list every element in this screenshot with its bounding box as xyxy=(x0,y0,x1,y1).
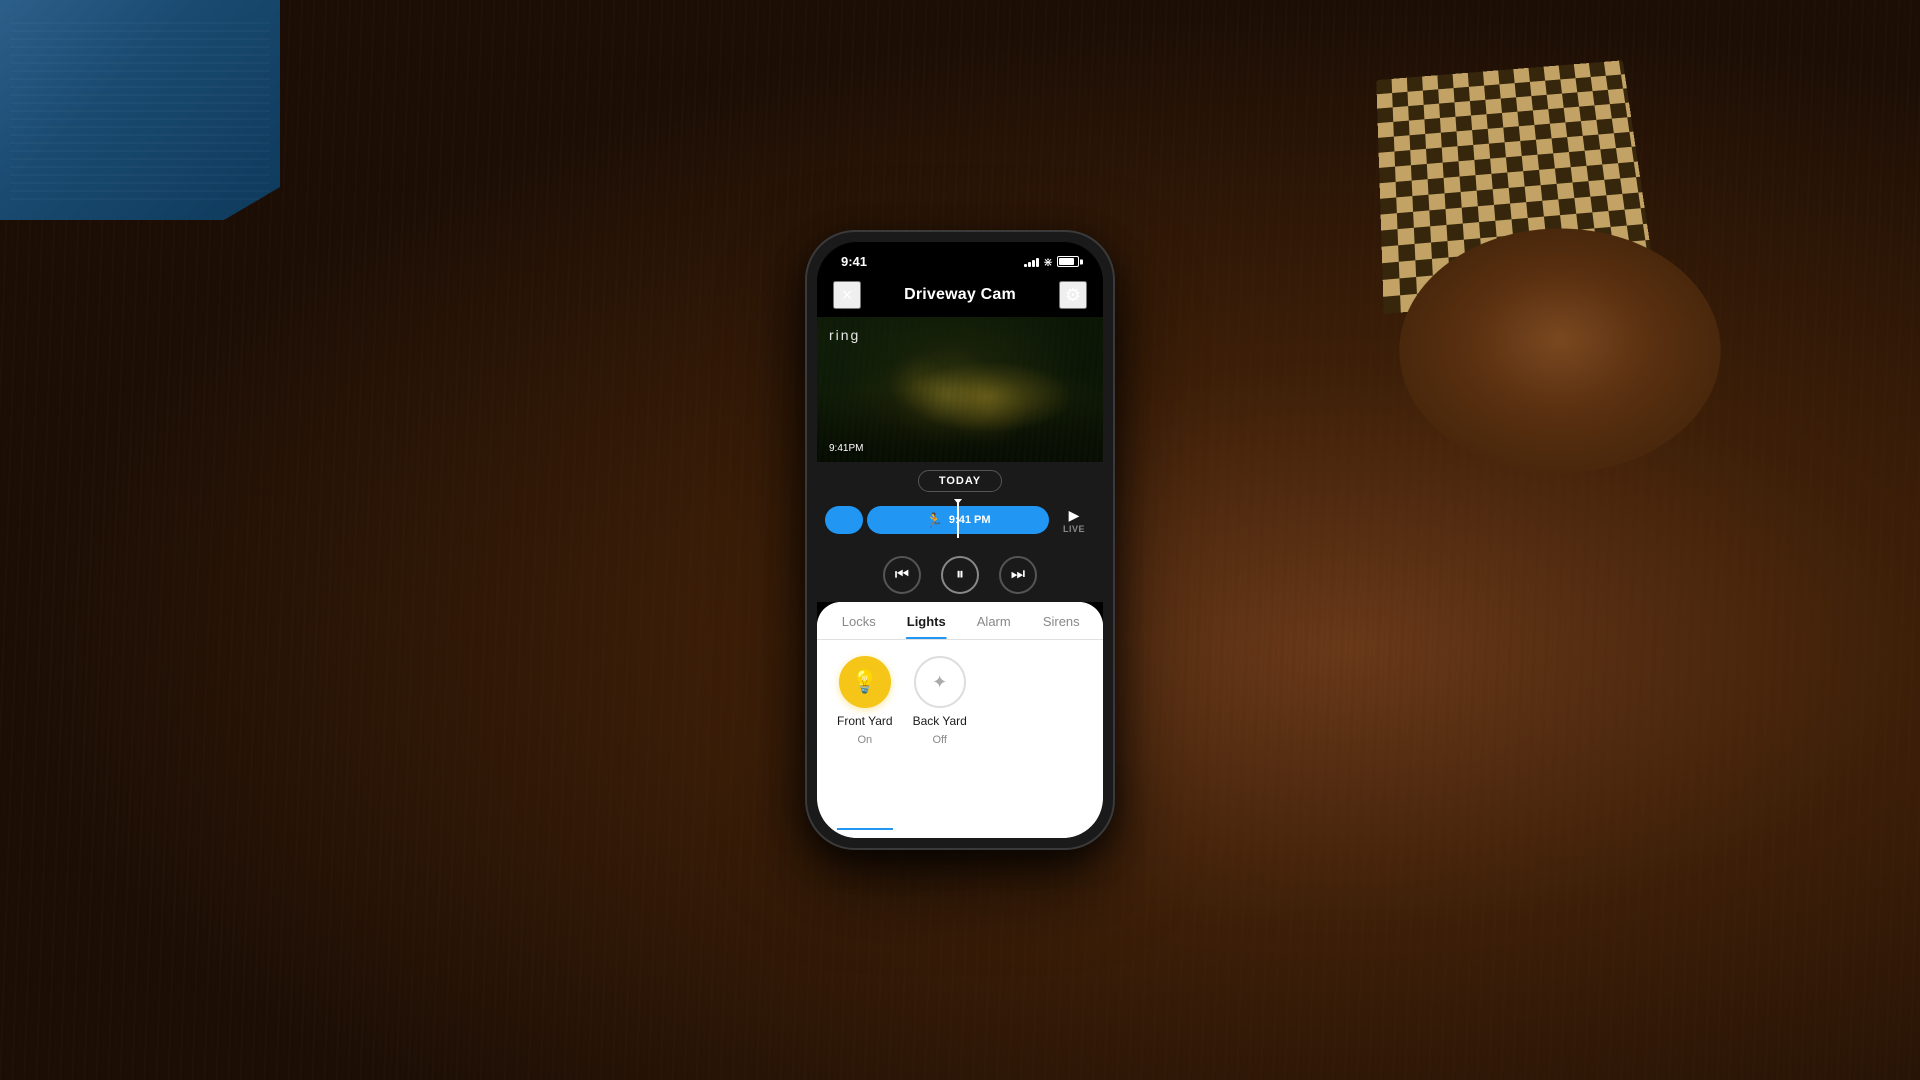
timeline-bar[interactable]: 🏃 9:41 PM ▶ LIVE xyxy=(817,500,1103,540)
dynamic-island xyxy=(915,244,1005,270)
close-button[interactable]: × xyxy=(833,281,861,309)
back-yard-light-status: Off xyxy=(932,734,946,746)
ring-logo: ring xyxy=(829,327,860,343)
timeline-time-label: 9:41 PM xyxy=(949,514,991,526)
phone-container: 9:41 ⋇ × Driveway Cam xyxy=(805,230,1115,850)
playback-controls: ⏮ ⏸ ⏭ xyxy=(817,544,1103,602)
light-item-front-yard[interactable]: 💡 Front Yard On xyxy=(837,656,893,822)
signal-bar-1 xyxy=(1024,264,1027,267)
light-off-icon: ✦ xyxy=(932,672,947,693)
signal-bar-2 xyxy=(1028,262,1031,267)
tab-sirens[interactable]: Sirens xyxy=(1028,602,1096,639)
bottom-panel: Locks Lights Alarm Sirens 💡 Front Yard O… xyxy=(817,602,1103,838)
signal-bar-4 xyxy=(1036,258,1039,267)
tab-lights[interactable]: Lights xyxy=(893,602,961,639)
signal-bars-icon xyxy=(1024,257,1039,267)
phone-frame: 9:41 ⋇ × Driveway Cam xyxy=(805,230,1115,850)
timeline-section: TODAY 🏃 9:41 PM ▶ LIVE xyxy=(817,462,1103,544)
camera-feed: ring 9:41PM xyxy=(817,317,1103,462)
battery-icon xyxy=(1057,256,1079,267)
tab-alarm[interactable]: Alarm xyxy=(960,602,1028,639)
pause-icon: ⏸ xyxy=(956,566,964,584)
app-header: × Driveway Cam ⚙ xyxy=(817,273,1103,317)
status-icons: ⋇ xyxy=(1024,255,1079,269)
timeline-past-event[interactable] xyxy=(825,506,863,534)
rewind-icon: ⏮ xyxy=(895,566,909,584)
light-on-icon: 💡 xyxy=(851,669,878,695)
tabs-row: Locks Lights Alarm Sirens xyxy=(817,602,1103,640)
playhead xyxy=(957,502,959,538)
books-decoration xyxy=(0,0,280,220)
forward-icon: ⏭ xyxy=(1011,566,1025,584)
camera-timestamp: 9:41PM xyxy=(829,443,863,454)
back-yard-light-name: Back Yard xyxy=(913,714,967,728)
front-yard-light-icon[interactable]: 💡 xyxy=(839,656,891,708)
light-glow xyxy=(903,361,1075,434)
light-item-back-yard[interactable]: ✦ Back Yard Off xyxy=(913,656,967,822)
phone-screen: 9:41 ⋇ × Driveway Cam xyxy=(817,242,1103,838)
battery-fill xyxy=(1059,258,1074,265)
settings-button[interactable]: ⚙ xyxy=(1059,281,1087,309)
tab-locks[interactable]: Locks xyxy=(825,602,893,639)
wifi-icon: ⋇ xyxy=(1043,255,1053,269)
pause-button[interactable]: ⏸ xyxy=(941,556,979,594)
rewind-button[interactable]: ⏮ xyxy=(883,556,921,594)
front-yard-light-name: Front Yard xyxy=(837,714,893,728)
lights-content: 💡 Front Yard On ✦ Back Yard Off xyxy=(817,640,1103,838)
timeline-current-event[interactable]: 🏃 9:41 PM xyxy=(867,506,1049,534)
live-play-icon: ▶ xyxy=(1069,507,1080,524)
forward-button[interactable]: ⏭ xyxy=(999,556,1037,594)
live-label: LIVE xyxy=(1063,524,1085,534)
back-yard-light-icon[interactable]: ✦ xyxy=(914,656,966,708)
live-button[interactable]: ▶ LIVE xyxy=(1053,502,1095,538)
motion-icon: 🏃 xyxy=(925,512,942,529)
today-button[interactable]: TODAY xyxy=(918,470,1002,492)
page-title: Driveway Cam xyxy=(904,286,1016,304)
signal-bar-3 xyxy=(1032,260,1035,267)
status-time: 9:41 xyxy=(841,254,867,269)
today-button-container: TODAY xyxy=(817,470,1103,492)
front-yard-light-status: On xyxy=(857,734,872,746)
